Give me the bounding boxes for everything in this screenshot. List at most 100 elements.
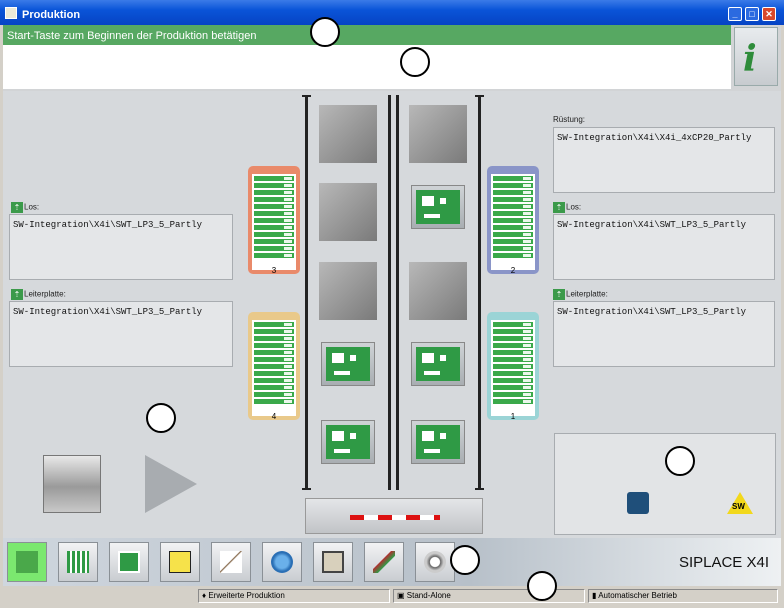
pcb-button[interactable] (109, 542, 149, 582)
production-window: Produktion _ □ ✕ Start-Taste zum Beginne… (0, 0, 784, 608)
marker-circle (310, 17, 340, 47)
maximize-button[interactable]: □ (745, 7, 759, 21)
production-icon (16, 551, 38, 573)
info-button[interactable]: i (734, 27, 778, 86)
lane1-slot (319, 183, 377, 241)
feeder-slot (493, 385, 533, 390)
feeder-slot (493, 392, 533, 397)
marker-circle (665, 446, 695, 476)
feeder-slot (254, 211, 294, 216)
feeder-slot (493, 176, 533, 181)
feeder-slot (254, 239, 294, 244)
rail-cap (302, 95, 311, 97)
stop-button[interactable] (43, 455, 101, 513)
los-icon-right: ⇡ (553, 202, 565, 213)
feeder-slot (493, 378, 533, 383)
chart-button[interactable] (211, 542, 251, 582)
toolbar: SIPLACE X4I (3, 538, 781, 586)
feeder-slot (493, 204, 533, 209)
feeder-3[interactable]: 3 (248, 166, 300, 275)
pcb-board[interactable] (411, 420, 465, 464)
lane2-slot (409, 105, 467, 163)
camera-button[interactable] (262, 542, 302, 582)
feeder-slot (254, 343, 294, 348)
alarm-button[interactable] (160, 542, 200, 582)
leiterplatte-field-right: SW-Integration\X4i\SWT_LP3_5_Partly (553, 301, 775, 367)
minimize-button[interactable]: _ (728, 7, 742, 21)
camera-icon (271, 551, 293, 573)
start-button[interactable] (145, 455, 197, 513)
message-bar: Start-Taste zum Beginnen der Produktion … (3, 25, 731, 45)
conveyor-button[interactable] (305, 498, 483, 534)
marker-circle (450, 545, 480, 575)
leiterplatte-icon: ⇡ (11, 289, 23, 300)
feeder-slot (254, 378, 294, 383)
feeder-slot (493, 364, 533, 369)
feeder-slot (254, 183, 294, 188)
pcb-board[interactable] (321, 420, 375, 464)
feeder-slot (254, 204, 294, 209)
status-bar: ♦ Erweiterte Produktion ▣ Stand-Alone ▮ … (3, 586, 781, 605)
feeder-slot (493, 190, 533, 195)
feeder-slot (493, 197, 533, 202)
close-button[interactable]: ✕ (762, 7, 776, 21)
feeder-slot (254, 364, 294, 369)
feeder-4[interactable]: 4 (248, 312, 300, 421)
feeder-slot (254, 218, 294, 223)
nozzle-button[interactable] (364, 542, 404, 582)
feeder-slot (254, 350, 294, 355)
leiterplatte-label-left: ⇡ Leiterplatte: (11, 289, 66, 300)
conveyor-rail (396, 95, 399, 490)
pcb-board[interactable] (321, 342, 375, 386)
feeder-slot (254, 246, 294, 251)
feeder-slot (493, 225, 533, 230)
feeder-slot (493, 371, 533, 376)
feeder-slot (493, 218, 533, 223)
feeder-slot (254, 253, 294, 258)
feeder-2[interactable]: 2 (487, 166, 539, 275)
marker-circle (527, 571, 557, 601)
conveyor-rail (388, 95, 391, 490)
chart-icon (220, 551, 242, 573)
grid-button[interactable] (58, 542, 98, 582)
production-button[interactable] (7, 542, 47, 582)
feeder-slot (493, 232, 533, 237)
pcb-board[interactable] (411, 342, 465, 386)
feeder-slot (254, 336, 294, 341)
rail-cap (302, 488, 311, 490)
feeder-slot (493, 246, 533, 251)
feeder-slot (493, 350, 533, 355)
title-bar: Produktion _ □ ✕ (0, 0, 784, 25)
feeder-slot (493, 343, 533, 348)
oil-can-button[interactable] (313, 542, 353, 582)
grid-icon (67, 551, 89, 573)
operator-icon (627, 492, 649, 514)
feeder-1[interactable]: 1 (487, 312, 539, 421)
feeder-slot (254, 176, 294, 181)
los-field-right: SW-Integration\X4i\SWT_LP3_5_Partly (553, 214, 775, 280)
pcb-board[interactable] (411, 185, 465, 229)
feeder-slot (254, 197, 294, 202)
leiterplatte-label-right: ⇡ Leiterplatte: (553, 289, 608, 300)
feeder-slot (254, 329, 294, 334)
feeder-slot (254, 392, 294, 397)
status-mode-3: ▮ Automatischer Betrieb (588, 589, 778, 603)
feeder-slot (254, 322, 294, 327)
feeder-slot (254, 371, 294, 376)
oil-can-icon (322, 551, 344, 573)
app-icon (5, 7, 17, 19)
leiterplatte-icon-right: ⇡ (553, 289, 565, 300)
marker-circle (146, 403, 176, 433)
feeder-slot (254, 357, 294, 362)
feeder-slot (254, 225, 294, 230)
window-title: Produktion (22, 9, 81, 21)
los-field-left: SW-Integration\X4i\SWT_LP3_5_Partly (9, 214, 233, 280)
marker-circle (400, 47, 430, 77)
feeder-number: 3 (271, 266, 277, 275)
rail-cap (475, 488, 484, 490)
settings-button[interactable] (415, 542, 455, 582)
status-mode-1: ♦ Erweiterte Produktion (198, 589, 390, 603)
feeder-number: 4 (271, 412, 277, 421)
feeder-slot (493, 336, 533, 341)
conveyor-rail (478, 95, 481, 490)
